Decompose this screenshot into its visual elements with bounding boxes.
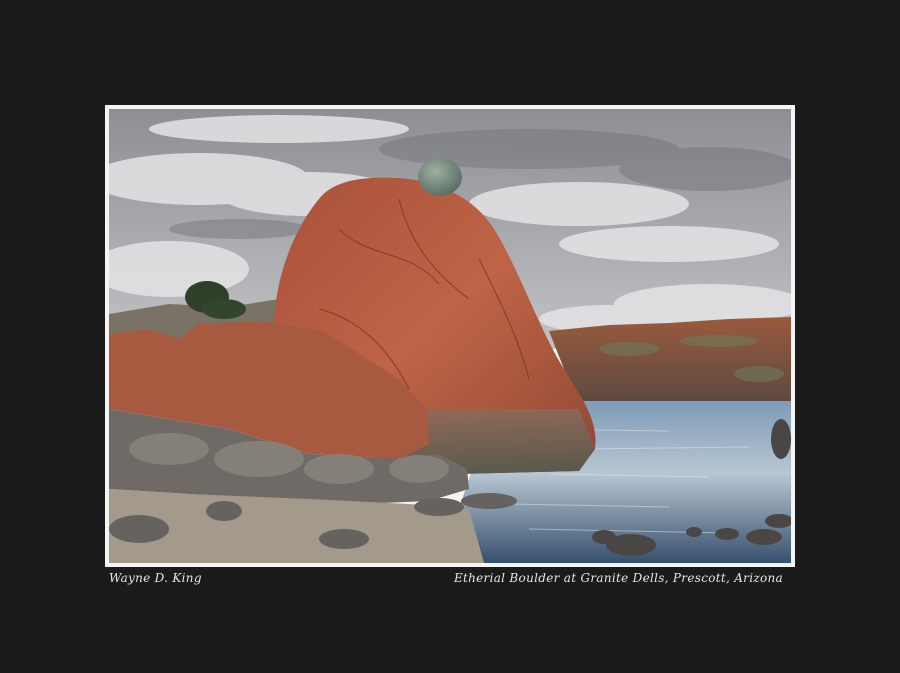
photographer-credit: Wayne D. King — [109, 571, 202, 585]
photo-title: Etherial Boulder at Granite Dells, Presc… — [453, 571, 783, 585]
balanced-boulder — [418, 158, 462, 196]
landscape-photograph — [109, 109, 791, 563]
granite-ridge — [549, 317, 791, 401]
